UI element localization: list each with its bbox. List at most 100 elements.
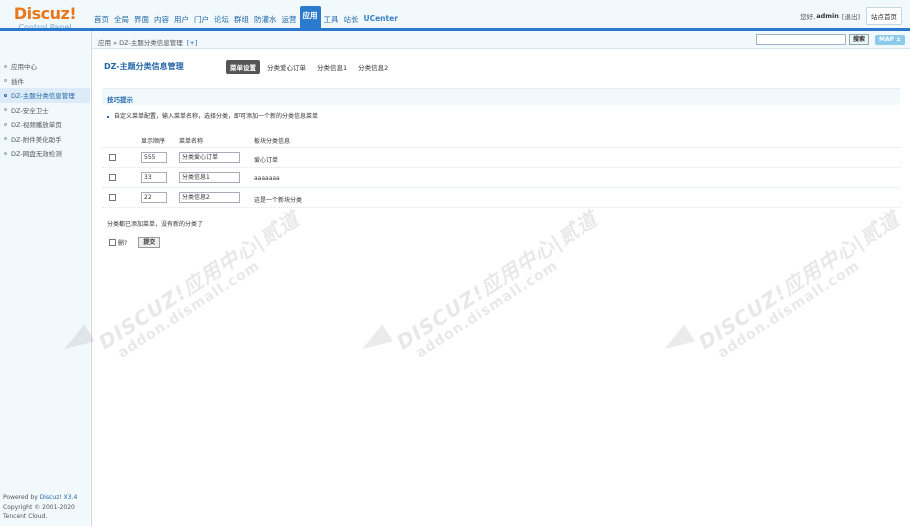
row-checkbox[interactable] (109, 154, 116, 161)
sidebar-item-label: DZ-主题分类信息管理 (11, 92, 75, 101)
sidebar-item[interactable]: DZ-网盘无效检测 (0, 146, 90, 161)
tab[interactable]: 菜单设置 (226, 60, 260, 74)
sidebar-item[interactable]: DZ-安全卫士 (0, 103, 90, 118)
sidebar: 应用中心插件 DZ-主题分类信息管理 DZ-安全卫士 DZ-视频播放单页 DZ-附件美化… (0, 31, 90, 526)
logout-link[interactable]: [退出] (842, 11, 860, 21)
bullet-icon (4, 137, 7, 141)
watermark: DISCUZ!应用中心|贰道 addon.dismall.com (692, 203, 910, 367)
nav-item[interactable]: 运营 (280, 9, 299, 29)
user-area: 您好, admin [退出] 站点首页 (800, 7, 902, 25)
search-button[interactable]: 搜索 (849, 34, 870, 45)
nav-item[interactable]: 站长 (342, 9, 361, 29)
watermark-arrow (356, 324, 394, 358)
bullet-icon (107, 115, 109, 118)
search-input[interactable] (756, 34, 846, 45)
sidebar-item-label: DZ-附件美化助手 (11, 135, 62, 144)
header-menu-name: 菜单名称 (179, 138, 204, 145)
main-content: 应用 » DZ-主题分类信息管理 [+] 搜索 MAP ± DZ-主题分类信息管理… (58, 31, 910, 526)
add-shortcut-link[interactable]: [+] (187, 39, 198, 47)
order-input[interactable]: 555 (141, 152, 167, 163)
header-category-info: 板块分类信息 (254, 138, 291, 145)
watermark-line1: DISCUZ!应用中心|贰道 (694, 206, 904, 355)
row-checkbox[interactable] (109, 194, 116, 201)
map-button[interactable]: MAP ± (875, 35, 906, 45)
site-home-button[interactable]: 站点首页 (866, 7, 902, 25)
bullet-icon (4, 64, 7, 68)
breadcrumb-bar: 应用 » DZ-主题分类信息管理 [+] 搜索 MAP ± (92, 31, 910, 49)
tab[interactable]: 分类信息1 (313, 60, 351, 74)
plugin-tabs: 菜单设置 分类爱心订单 分类信息1 分类信息2 (226, 60, 395, 74)
nav-item[interactable]: UCenter (362, 9, 400, 29)
row-checkbox[interactable] (109, 174, 116, 181)
table-row: 555 分类爱心订单 爱心订单 (102, 148, 900, 168)
sidebar-menu: 应用中心插件 DZ-主题分类信息管理 DZ-安全卫士 DZ-视频播放单页 DZ-附件美化… (0, 59, 90, 161)
powered-by: Powered by Discuz! X3.4 (3, 493, 77, 503)
nav-item[interactable]: 全局 (112, 9, 131, 29)
table-row: 33 分类信息1 aaaaaaa (102, 168, 900, 188)
menu-table: 显示顺序 菜单名称 板块分类信息 555 分类爱心订单 爱心订单 33 分类信息1 aaa… (102, 131, 900, 208)
tab[interactable]: 分类爱心订单 (263, 60, 310, 74)
order-input[interactable]: 22 (141, 192, 167, 203)
sidebar-item-label: 插件 (11, 77, 24, 86)
submit-button[interactable]: 提交 (138, 237, 161, 248)
delete-all-checkbox[interactable] (109, 239, 116, 246)
nav-item[interactable]: 防灌水 (252, 9, 279, 29)
bullet-icon (4, 151, 7, 155)
menu-name-input[interactable]: 分类信息1 (179, 172, 240, 183)
bullet-icon (4, 108, 7, 112)
discuz-link[interactable]: Discuz! X3.4 (40, 494, 78, 501)
sidebar-item-label: DZ-安全卫士 (11, 106, 49, 115)
table-header: 显示顺序 菜单名称 板块分类信息 (102, 131, 900, 148)
greeting-text: 您好, (800, 13, 816, 21)
logo-text: Discuz! (13, 4, 77, 23)
tips-header: 技巧提示 (102, 88, 900, 105)
bullet-icon (4, 93, 7, 97)
sidebar-item[interactable]: 插件 (0, 74, 90, 89)
category-info: 这是一个新块分类 (254, 197, 303, 204)
sidebar-item[interactable]: DZ-附件美化助手 (0, 132, 90, 147)
menu-name-input[interactable]: 分类爱心订单 (179, 152, 240, 163)
header-order: 显示顺序 (141, 138, 166, 145)
category-info: 爱心订单 (254, 157, 279, 164)
sidebar-item[interactable]: DZ-主题分类信息管理 (0, 88, 90, 103)
sidebar-item[interactable]: 应用中心 (0, 59, 90, 74)
nav-item[interactable]: 群组 (232, 9, 251, 29)
submit-row: 删? 提交 (109, 237, 161, 248)
sidebar-item[interactable]: DZ-视频播放单页 (0, 117, 90, 132)
bullet-icon (4, 79, 7, 83)
page-title: DZ-主题分类信息管理 (104, 62, 184, 71)
powered-label: Powered by (3, 494, 40, 501)
nav-item[interactable]: 门户 (192, 9, 211, 29)
nav-item[interactable]: 首页 (92, 9, 111, 29)
user-name: admin (816, 12, 839, 20)
tip-text: 自定义菜单配置，输入菜单名称，选择分类，即可添加一个新的分类信息菜单 (114, 113, 319, 120)
sidebar-item-label: 应用中心 (11, 63, 37, 72)
nav-item[interactable]: 工具 (322, 9, 341, 29)
menu-name-input[interactable]: 分类信息2 (179, 192, 240, 203)
watermark-line2: addon.dismall.com (715, 257, 864, 362)
breadcrumb-text[interactable]: 应用 » DZ-主题分类信息管理 (98, 39, 183, 47)
table-row: 22 分类信息2 这是一个新块分类 (102, 188, 900, 208)
nav-item[interactable]: 界面 (132, 9, 151, 29)
top-navigation: 首页 全局 界面 内容 用户 门户 论坛 群组 防灌水 运营 应用 工具 站长 UCenter (92, 6, 401, 29)
nav-item[interactable]: 论坛 (212, 9, 231, 29)
breadcrumb: 应用 » DZ-主题分类信息管理 [+] (98, 37, 197, 47)
tips-title: 技巧提示 (107, 96, 133, 104)
copyright-text: Copyright © 2001-2020 (3, 503, 75, 511)
nav-item[interactable]: 应用 (299, 6, 321, 29)
order-input[interactable]: 33 (141, 172, 167, 183)
nav-item[interactable]: 用户 (172, 9, 191, 29)
tip-item: 自定义菜单配置，输入菜单名称，选择分类，即可添加一个新的分类信息菜单 (107, 111, 318, 120)
company-text: Tencent Cloud. (3, 513, 48, 520)
top-header: Discuz! Control Panel 首页全局界面内容用户门户论坛群组防灌… (0, 0, 910, 32)
watermark-line2: addon.dismall.com (413, 257, 562, 362)
watermark-arrow (658, 324, 696, 358)
watermark-line1: DISCUZ!应用中心|贰道 (392, 206, 602, 355)
tab[interactable]: 分类信息2 (354, 60, 392, 74)
delete-label: 删? (118, 240, 128, 247)
table-body: 555 分类爱心订单 爱心订单 33 分类信息1 aaaaaaa 22 分类信息2 这是一个新块… (102, 148, 900, 208)
sidebar-item-label: DZ-网盘无效检测 (11, 150, 62, 159)
nav-item[interactable]: 内容 (152, 9, 171, 29)
bullet-icon (4, 122, 7, 126)
footer: Powered by Discuz! X3.4 Copyright © 2001… (3, 493, 77, 522)
